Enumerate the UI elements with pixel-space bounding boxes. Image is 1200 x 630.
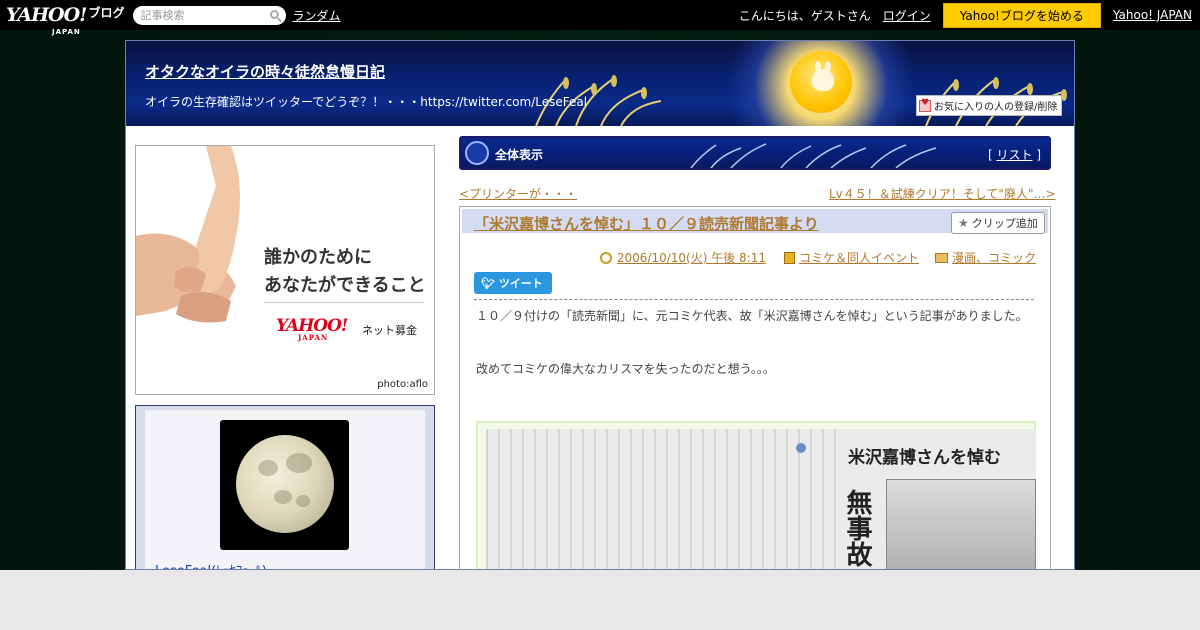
yahoo-logo-text: YAHOO! JAPAN (6, 5, 87, 36)
start-blog-button[interactable]: Yahoo!ブログを始める (942, 2, 1101, 28)
article-date-link[interactable]: 2006/10/10(火) 午後 8:11 (617, 249, 766, 266)
random-link[interactable]: ランダム (293, 7, 341, 24)
favorite-register-label: お気に入りの人の登録/削除 (934, 102, 1058, 113)
ad-yahoo-logo: YAHOO! JAPAN (276, 316, 348, 342)
article-paragraph-2: 改めてコミケの偉大なカリスマを失ったのだと想う。。。 (476, 362, 775, 376)
newspaper-headline: 米沢嘉博さんを悼む (848, 448, 1001, 468)
ad-line-1: 誰かのために (264, 247, 372, 268)
folder-icon (934, 252, 948, 263)
article-divider (474, 299, 1034, 300)
book-icon (783, 251, 795, 264)
ad-divider (264, 302, 424, 303)
newspaper-image-frame: 米沢嘉博さんを悼む 無事故 (476, 421, 1036, 569)
category-link-1[interactable]: コミケ＆同人イベント (799, 249, 919, 266)
list-link-wrapper: [ リスト ] (987, 148, 1041, 162)
tweet-label: ツイート (498, 277, 543, 290)
blog-header: オタクなオイラの時々徒然怠慢日記 オイラの生存確認はツイッターでどうぞ？！・・・… (126, 41, 1074, 126)
login-link[interactable]: ログイン (883, 7, 931, 24)
yahoo-logo-sub: JAPAN (52, 27, 81, 36)
profile-name-link[interactable]: LeseFeal(ﾚｯｾﾌｪｰﾙ) (155, 560, 267, 569)
article-paragraph-1: １０／９付けの「読売新聞」に、元コミケ代表、故「米沢嘉博さんを悼む」という記事が… (476, 309, 1028, 323)
ad-service-name: ネット募金 (362, 324, 417, 337)
clip-add-button[interactable]: ★ クリップ追加 (951, 212, 1045, 234)
bunny-badge-icon (465, 141, 489, 165)
search-input[interactable] (140, 8, 261, 22)
browser-bottom-area (0, 570, 1200, 630)
next-article-link[interactable]: Lv４５！＆試練クリア！そして"廃人"…> (829, 185, 1056, 202)
heart-icon (919, 98, 931, 112)
newspaper-clipping-image[interactable]: 米沢嘉博さんを悼む 無事故 (486, 429, 1036, 569)
top-right-nav: こんにちは、ゲストさん ログイン Yahoo!ブログを始める Yahoo! JA… (739, 0, 1192, 30)
yahoo-japan-link[interactable]: Yahoo! JAPAN (1113, 8, 1192, 22)
list-link[interactable]: リスト (996, 148, 1032, 162)
view-all-label: 全体表示 (495, 148, 544, 162)
newspaper-photo (886, 479, 1036, 569)
blog-title[interactable]: オタクなオイラの時々徒然怠慢日記 (145, 61, 385, 82)
newspaper-bullet-icon (796, 443, 806, 453)
previous-article-link[interactable]: <プリンターが・・・ (459, 185, 577, 202)
profile-box: LeseFeal(ﾚｯｾﾌｪｰﾙ) (135, 405, 435, 569)
newspaper-text-columns (486, 429, 846, 569)
view-all-bar: 全体表示 [ リスト ] (459, 136, 1051, 170)
bunny-icon (812, 61, 834, 91)
profile-inner: LeseFeal(ﾚｯｾﾌｪｰﾙ) (145, 410, 425, 569)
article-meta: 2006/10/10(火) 午後 8:11 コミケ＆同人イベント 漫画、コミック (599, 249, 1036, 266)
ad-photo-credit: photo:aflo (377, 379, 428, 390)
blog-logo-text: ブログ (88, 5, 125, 20)
header-grass-decoration (690, 143, 937, 168)
yahoo-top-bar: YAHOO!JAPAN ブログ ランダム こんにちは、ゲストさん ログイン Ya… (0, 0, 1200, 36)
category-link-2[interactable]: 漫画、コミック (952, 249, 1036, 266)
article-box: 「米沢嘉博さんを悼む」１０／９読売新聞記事より ★ クリップ追加 2006/10… (459, 206, 1051, 569)
tweet-button[interactable]: 🐦︎ ツイート (474, 272, 552, 294)
article-search-box (132, 5, 286, 25)
greeting-text: こんにちは、ゲストさん (738, 8, 871, 23)
twitter-bird-icon: 🐦︎ (481, 277, 495, 290)
blog-container: オタクなオイラの時々徒然怠慢日記 オイラの生存確認はツイッターでどうぞ？！・・・… (125, 40, 1075, 570)
newspaper-big-headline: 無事故 (842, 489, 872, 567)
profile-image[interactable] (220, 420, 349, 550)
article-title[interactable]: 「米沢嘉博さんを悼む」１０／９読売新聞記事より (474, 213, 819, 234)
full-moon-photo (236, 435, 334, 533)
ad-line-2: あなたができること (264, 275, 426, 296)
clock-icon (599, 251, 612, 264)
favorite-register-button[interactable]: お気に入りの人の登録/削除 (916, 95, 1063, 116)
yahoo-blog-logo[interactable]: YAHOO! JAPAN ブログ (6, 0, 125, 36)
moon-bunny-icon (790, 51, 852, 113)
clip-add-label: クリップ追加 (971, 217, 1038, 230)
donation-ad-banner[interactable]: 誰かのために あなたができること YAHOO! JAPAN ネット募金 photo… (135, 145, 435, 395)
blog-description: オイラの生存確認はツイッターでどうぞ？！・・・https://twitter.c… (145, 95, 588, 109)
search-icon[interactable] (269, 9, 279, 19)
star-icon: ★ (958, 216, 969, 230)
article-title-bar: 「米沢嘉博さんを悼む」１０／９読売新聞記事より ★ クリップ追加 (462, 209, 1048, 234)
